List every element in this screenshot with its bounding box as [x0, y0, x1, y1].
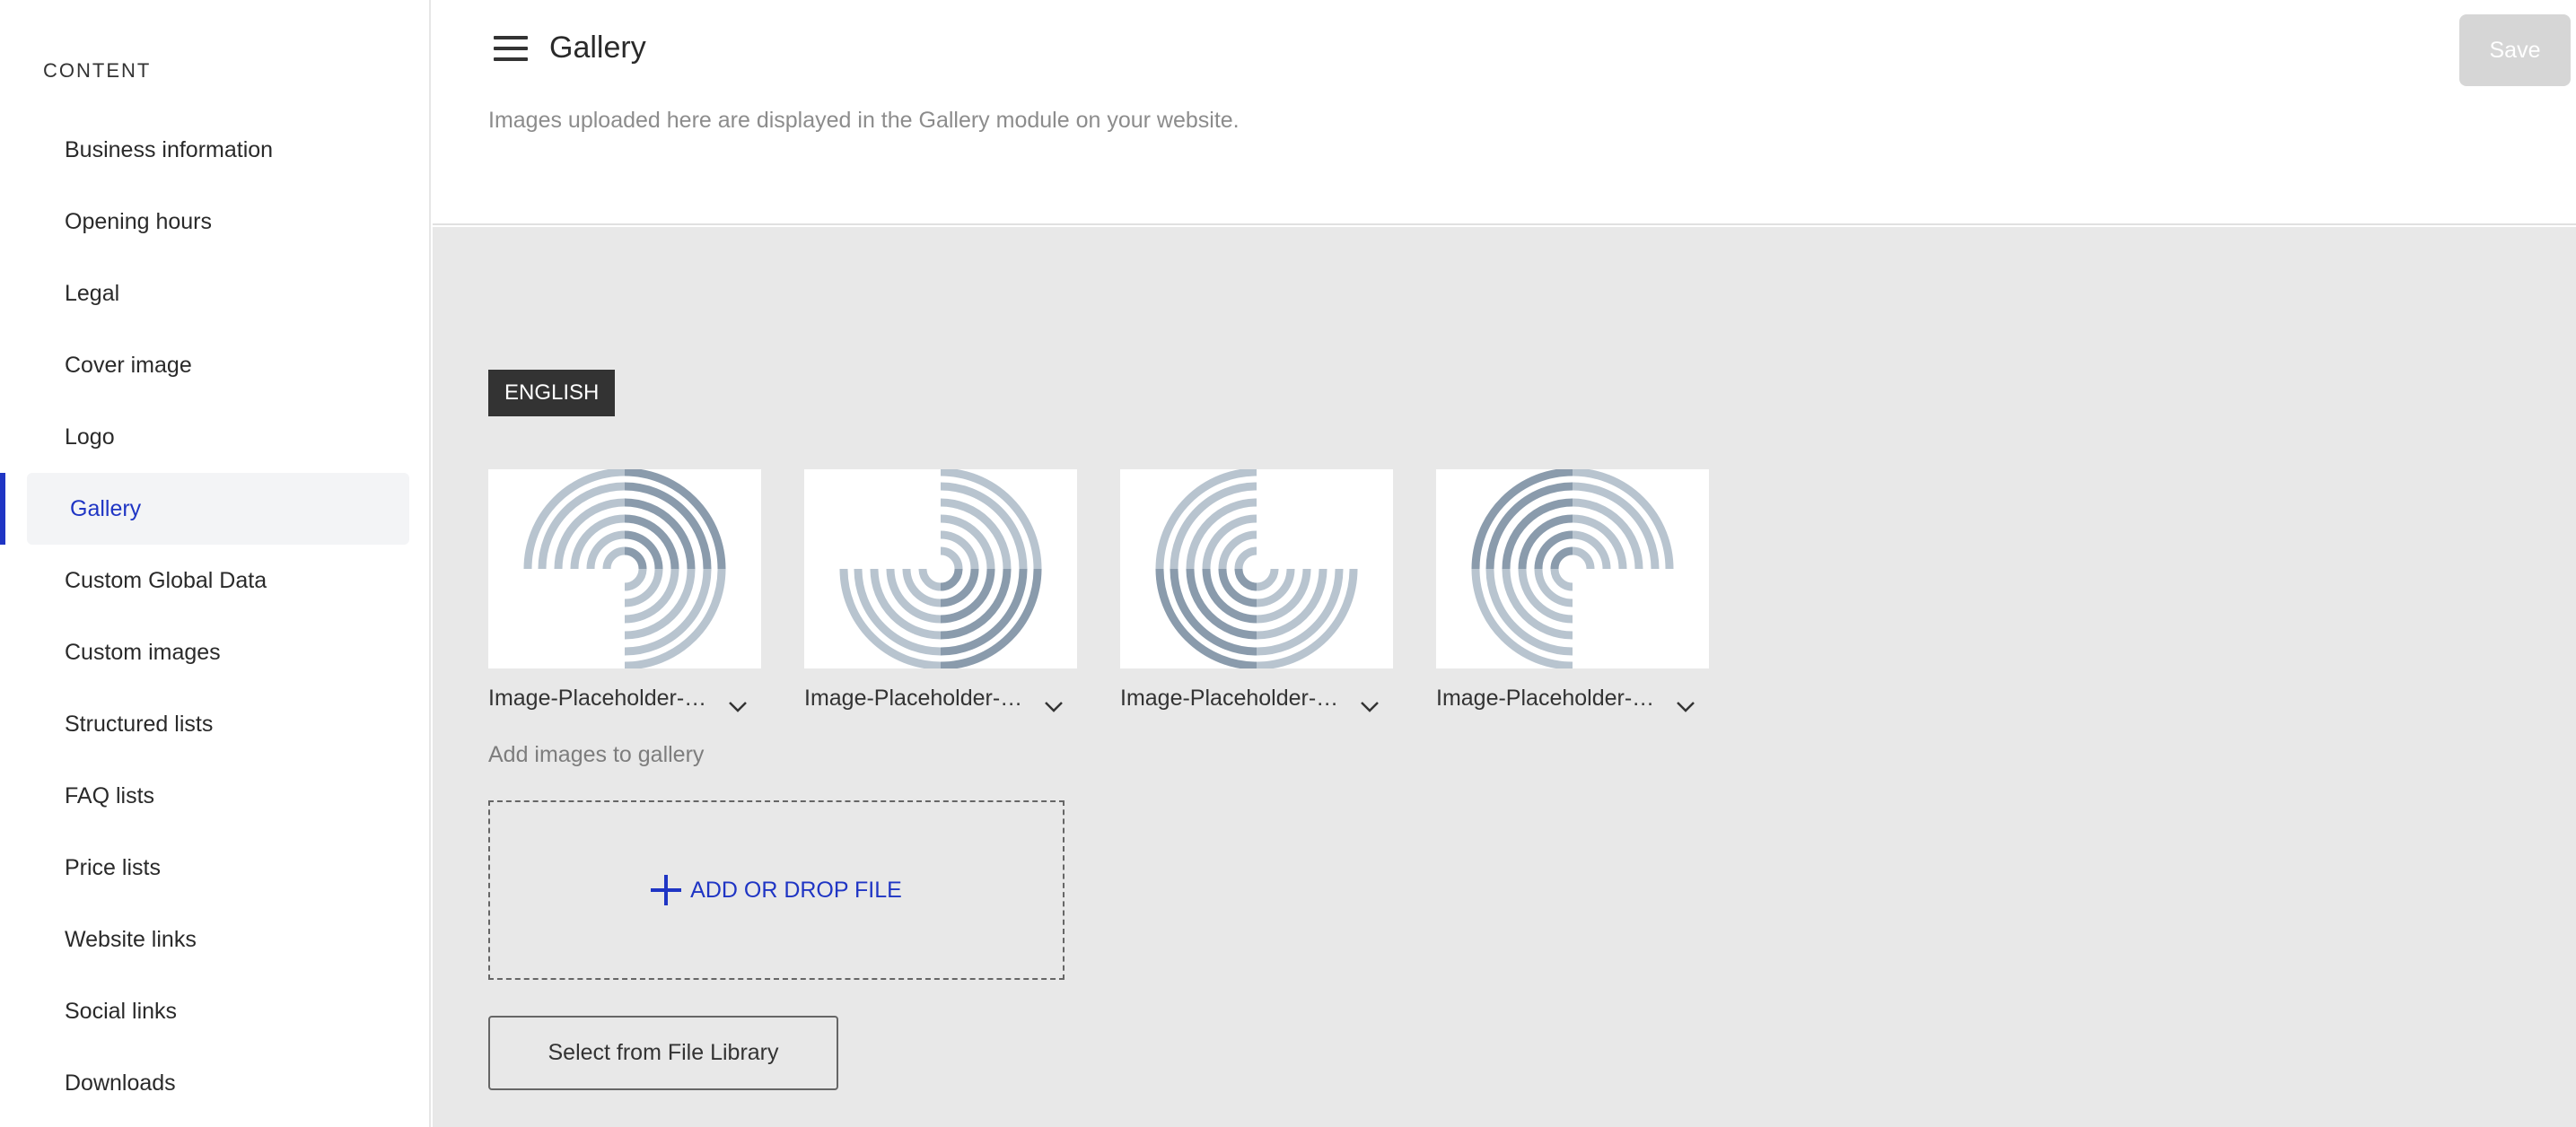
image-thumbnail[interactable]: [1436, 469, 1709, 668]
chevron-down-icon[interactable]: [1354, 683, 1386, 713]
image-thumbnail[interactable]: [488, 469, 761, 668]
sidebar-item-business-information[interactable]: Business information: [0, 114, 431, 186]
sidebar-item-legal[interactable]: Legal: [0, 258, 431, 329]
placeholder-arc: [624, 568, 647, 591]
sidebar-item-cover-image[interactable]: Cover image: [0, 329, 431, 401]
placeholder-arc: [1572, 546, 1595, 570]
sidebar-item-opening-hours[interactable]: Opening hours: [0, 186, 431, 258]
add-images-label: Add images to gallery: [488, 742, 705, 767]
sidebar-item-downloads[interactable]: Downloads: [0, 1047, 431, 1119]
page-header: Gallery Images uploaded here are display…: [433, 0, 2576, 225]
language-badge[interactable]: ENGLISH: [488, 370, 616, 416]
sidebar-nav: Business information Opening hours Legal…: [0, 114, 431, 1119]
sidebar-heading: CONTENT: [43, 59, 152, 82]
image-placeholder-icon: [1471, 469, 1674, 668]
placeholder-arc: [602, 546, 626, 570]
placeholder-arc: [940, 568, 963, 591]
placeholder-arc: [1234, 546, 1257, 570]
gallery-image-card: Image-Placeholder-C…: [488, 469, 761, 713]
hamburger-menu-icon[interactable]: [494, 34, 528, 65]
placeholder-arc: [940, 546, 963, 570]
save-button[interactable]: Save: [2459, 14, 2571, 86]
chevron-down-icon[interactable]: [722, 683, 754, 713]
plus-icon: [651, 875, 682, 905]
sidebar-item-custom-global-data[interactable]: Custom Global Data: [0, 545, 431, 616]
image-filename: Image-Placeholder-C…: [1436, 685, 1669, 711]
image-filename: Image-Placeholder-C…: [1120, 685, 1354, 711]
image-thumbnail[interactable]: [1120, 469, 1393, 668]
select-from-library-button[interactable]: Select from File Library: [488, 1016, 838, 1090]
gallery-image-card: Image-Placeholder-C…: [804, 469, 1077, 713]
gallery-image-card: Image-Placeholder-C…: [1436, 469, 1709, 713]
file-dropzone[interactable]: ADD OR DROP FILE: [488, 800, 1065, 980]
gallery-grid: Image-Placeholder-C… Image-Placeholder-C…: [488, 469, 1709, 713]
page-title: Gallery: [549, 31, 646, 65]
page-description: Images uploaded here are displayed in th…: [488, 108, 1240, 133]
app-window: CONTENT Business information Opening hou…: [0, 0, 2576, 1127]
image-thumbnail[interactable]: [804, 469, 1077, 668]
sidebar-item-custom-images[interactable]: Custom images: [0, 616, 431, 688]
sidebar-item-social-links[interactable]: Social links: [0, 975, 431, 1047]
sidebar-item-price-lists[interactable]: Price lists: [0, 832, 431, 904]
sidebar-item-logo[interactable]: Logo: [0, 401, 431, 473]
gallery-image-card: Image-Placeholder-C…: [1120, 469, 1393, 713]
main-content: ENGLISH Image-Placeholder-C… Image-Place…: [433, 227, 2576, 1127]
placeholder-arc: [918, 568, 942, 591]
sidebar-item-website-links[interactable]: Website links: [0, 904, 431, 975]
placeholder-arc: [1256, 568, 1279, 591]
placeholder-arc: [1550, 546, 1573, 570]
chevron-down-icon[interactable]: [1038, 683, 1070, 713]
chevron-down-icon[interactable]: [1669, 683, 1702, 713]
sidebar: CONTENT Business information Opening hou…: [0, 0, 431, 1127]
sidebar-item-faq-lists[interactable]: FAQ lists: [0, 760, 431, 832]
image-placeholder-icon: [1155, 469, 1358, 668]
sidebar-item-structured-lists[interactable]: Structured lists: [0, 688, 431, 760]
image-placeholder-icon: [839, 469, 1042, 668]
image-filename: Image-Placeholder-C…: [804, 685, 1038, 711]
placeholder-arc: [1234, 568, 1257, 591]
sidebar-item-gallery[interactable]: Gallery: [0, 473, 409, 545]
image-filename: Image-Placeholder-C…: [488, 685, 722, 711]
dropzone-label: ADD OR DROP FILE: [690, 877, 902, 903]
image-placeholder-icon: [523, 469, 726, 668]
placeholder-arc: [1550, 568, 1573, 591]
placeholder-arc: [624, 546, 647, 570]
